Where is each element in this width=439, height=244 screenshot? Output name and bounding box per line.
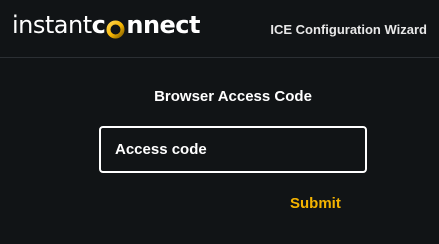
logo-text-connect: c nnect [91, 11, 201, 39]
access-code-input[interactable] [101, 128, 365, 171]
form-title: Browser Access Code [154, 88, 312, 105]
page-title: ICE Configuration Wizard [270, 22, 427, 37]
instant-connect-logo: instant c nnect [12, 10, 201, 40]
logo-letter-c: c [91, 11, 106, 39]
submit-button[interactable]: Submit [284, 191, 347, 216]
access-code-form: Browser Access Code Submit [0, 58, 439, 244]
app-header: instant c nnect ICE Configuration Wizard [0, 0, 439, 58]
connect-ring-icon [106, 17, 125, 38]
logo-text-instant: instant [12, 11, 92, 39]
logo-text-nnect: nnect [126, 11, 201, 39]
access-code-field[interactable] [99, 126, 367, 173]
